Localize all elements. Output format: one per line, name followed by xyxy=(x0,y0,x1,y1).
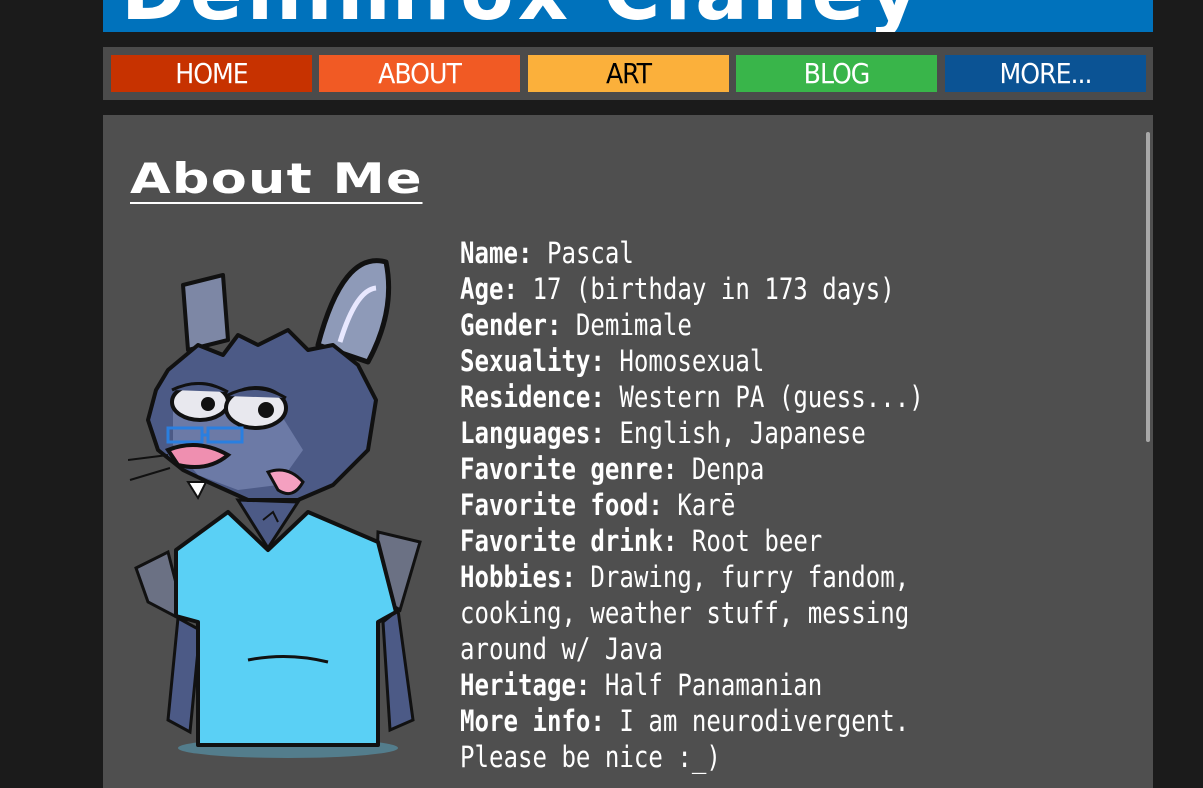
info-value: 17 (birthday in 173 days) xyxy=(517,272,895,306)
info-label: Sexuality: xyxy=(460,344,605,378)
info-label: Hobbies: xyxy=(460,560,576,594)
info-value: Half Panamanian xyxy=(590,668,823,702)
info-row-sexuality: Sexuality: Homosexual xyxy=(460,343,966,379)
info-row-residence: Residence: Western PA (guess...) xyxy=(460,379,966,415)
info-value: Root beer xyxy=(677,524,823,558)
site-title: Denimfox Claney xyxy=(121,0,923,32)
info-row-favorite-genre: Favorite genre: Denpa xyxy=(460,451,966,487)
scrollbar-thumb[interactable] xyxy=(1146,132,1150,442)
main-nav: HOME ABOUT ART BLOG MORE... xyxy=(103,47,1153,100)
info-label: More info: xyxy=(460,704,605,738)
info-row-heritage: Heritage: Half Panamanian xyxy=(460,667,966,703)
info-value: Homosexual xyxy=(604,344,765,378)
info-value: Karē xyxy=(662,488,736,522)
info-row-name: Name: Pascal xyxy=(460,235,966,271)
page-title: About Me xyxy=(130,154,423,204)
info-label: Age: xyxy=(460,272,518,306)
nav-art[interactable]: ART xyxy=(528,55,729,92)
info-label: Favorite genre: xyxy=(460,452,678,486)
info-row-gender: Gender: Demimale xyxy=(460,307,966,343)
nav-more[interactable]: MORE... xyxy=(945,55,1146,92)
info-label: Heritage: xyxy=(460,668,591,702)
info-row-favorite-food: Favorite food: Karē xyxy=(460,487,966,523)
site-banner: Denimfox Claney xyxy=(103,0,1153,32)
nav-home[interactable]: HOME xyxy=(111,55,312,92)
info-label: Gender: xyxy=(460,308,562,342)
info-value: Denpa xyxy=(677,452,765,486)
info-row-age: Age: 17 (birthday in 173 days) xyxy=(460,271,966,307)
info-row-favorite-drink: Favorite drink: Root beer xyxy=(460,523,966,559)
info-value: English, Japanese xyxy=(604,416,866,450)
info-value: Pascal xyxy=(532,236,634,270)
info-row-languages: Languages: English, Japanese xyxy=(460,415,966,451)
info-label: Favorite drink: xyxy=(460,524,678,558)
character-avatar-image xyxy=(128,258,422,758)
info-value: Western PA (guess...) xyxy=(604,380,924,414)
info-value: Demimale xyxy=(561,308,692,342)
info-label: Languages: xyxy=(460,416,605,450)
nav-blog[interactable]: BLOG xyxy=(736,55,937,92)
info-label: Residence: xyxy=(460,380,605,414)
info-row-hobbies: Hobbies: Drawing, furry fandom, cooking,… xyxy=(460,559,966,667)
profile-info: Name: Pascal Age: 17 (birthday in 173 da… xyxy=(460,235,966,775)
info-row-more-info: More info: I am neurodivergent. Please b… xyxy=(460,703,966,775)
nav-about[interactable]: ABOUT xyxy=(319,55,520,92)
info-label: Name: xyxy=(460,236,533,270)
info-label: Favorite food: xyxy=(460,488,663,522)
